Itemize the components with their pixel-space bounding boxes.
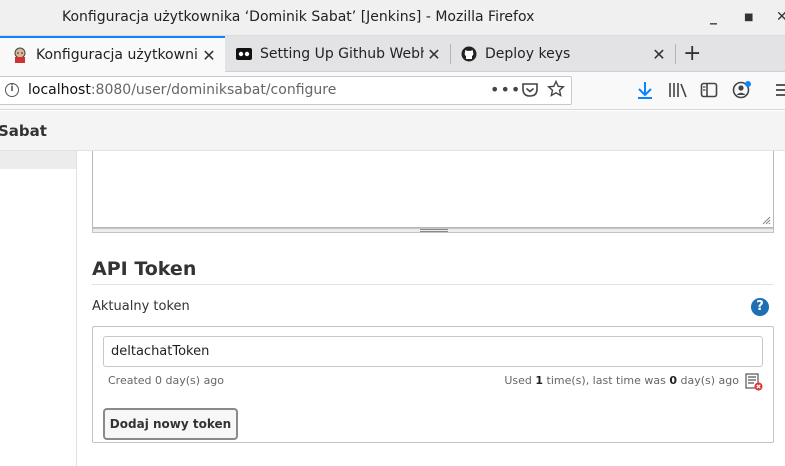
- section-divider: [92, 284, 774, 285]
- minimize-button[interactable]: _: [710, 9, 717, 25]
- window-title: Konfiguracja użytkownika ‘Dominik Sabat’…: [62, 9, 535, 25]
- close-window-button[interactable]: ✕: [776, 9, 785, 25]
- help-icon[interactable]: ?: [751, 298, 769, 316]
- page-actions-icon[interactable]: •••: [490, 80, 521, 99]
- token-usage-text: Used 1 time(s), last time was 0 day(s) a…: [504, 374, 739, 387]
- github-icon: [461, 46, 477, 62]
- add-new-token-button[interactable]: Dodaj nowy token: [103, 408, 238, 440]
- url-text[interactable]: localhost:8080/user/dominiksabat/configu…: [28, 82, 336, 98]
- section-title: API Token: [92, 258, 197, 280]
- close-icon[interactable]: ✕: [649, 45, 669, 64]
- jenkins-icon: [12, 47, 28, 63]
- token-created-text: Created 0 day(s) ago: [108, 374, 225, 387]
- revoke-token-icon[interactable]: [745, 373, 763, 391]
- side-panel-selected-item[interactable]: [0, 151, 76, 169]
- url-host: localhost: [28, 82, 91, 98]
- maximize-button[interactable]: ■: [744, 12, 753, 23]
- tab-label: Setting Up Github Webhooks: [260, 46, 424, 62]
- usage-prefix: Used: [504, 374, 536, 387]
- usage-suffix: day(s) ago: [677, 374, 739, 387]
- textarea-resizer[interactable]: [92, 228, 774, 233]
- resize-handle-icon[interactable]: [761, 215, 771, 225]
- download-icon[interactable]: [636, 80, 654, 104]
- tab-separator: [675, 44, 676, 64]
- tab-jenkins-config[interactable]: Konfiguracja użytkownika ‘Dominik Sabat’…: [0, 36, 225, 72]
- close-icon[interactable]: ✕: [199, 46, 219, 65]
- user-name-breadcrumb[interactable]: Sabat: [0, 122, 47, 140]
- tab-label: Konfiguracja użytkownika ‘Dominik Sabat’: [36, 47, 199, 63]
- url-bar[interactable]: i localhost:8080/user/dominiksabat/confi…: [0, 76, 572, 105]
- tab-strip: Konfiguracja użytkownika ‘Dominik Sabat’…: [0, 36, 785, 72]
- side-panel: [0, 151, 77, 466]
- account-icon[interactable]: [732, 80, 752, 104]
- url-path: :8080/user/dominiksabat/configure: [90, 82, 337, 98]
- current-token-label: Aktualny token: [92, 299, 190, 314]
- jenkins-breadcrumb-bar: Sabat: [0, 111, 785, 151]
- library-icon[interactable]: [668, 81, 688, 103]
- description-textarea[interactable]: [92, 151, 774, 228]
- token-name-field[interactable]: [103, 336, 763, 367]
- usage-mid: time(s), last time was: [543, 374, 670, 387]
- close-icon[interactable]: ✕: [424, 45, 444, 64]
- tab-label: Deploy keys: [485, 46, 571, 62]
- pocket-icon[interactable]: [521, 81, 539, 103]
- new-tab-button[interactable]: +: [683, 41, 701, 66]
- window-titlebar: Konfiguracja użytkownika ‘Dominik Sabat’…: [0, 0, 785, 36]
- info-icon[interactable]: i: [5, 83, 19, 97]
- tab-github-webhooks[interactable]: Setting Up Github Webhooks ✕: [226, 36, 450, 72]
- bookmark-star-icon[interactable]: [546, 79, 566, 102]
- video-icon: [236, 46, 252, 62]
- usage-days: 0: [669, 374, 677, 387]
- tab-deploy-keys[interactable]: Deploy keys ✕: [451, 36, 675, 72]
- navigation-bar: i localhost:8080/user/dominiksabat/confi…: [0, 72, 785, 110]
- menu-icon[interactable]: [775, 82, 785, 102]
- usage-count: 1: [535, 374, 544, 387]
- grip-icon: [420, 229, 448, 232]
- sidebar-icon[interactable]: [700, 81, 718, 103]
